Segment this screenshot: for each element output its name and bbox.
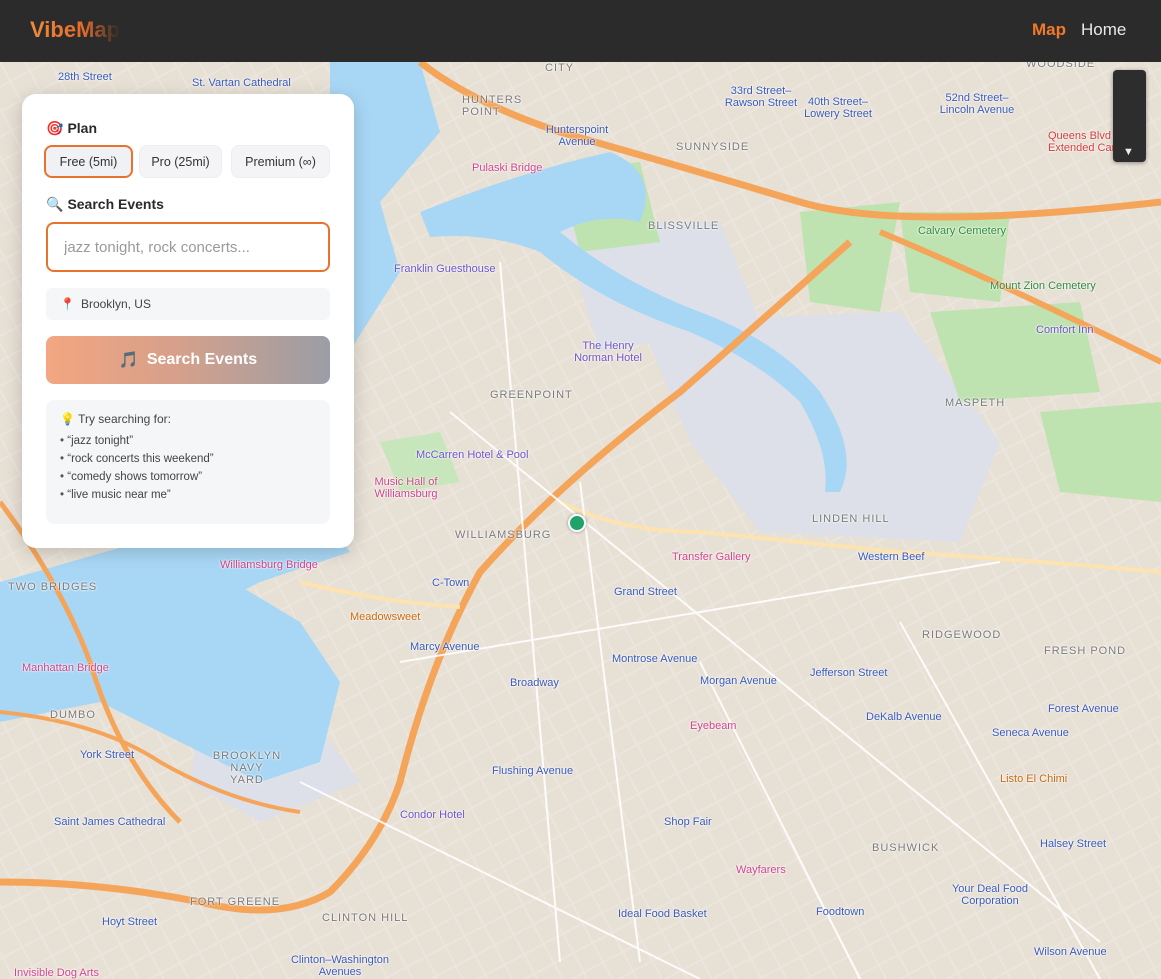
map-label-rawson-street: 33rd Street–Rawson Street: [724, 85, 798, 109]
location-pin-icon: 📍: [60, 297, 75, 311]
map-label-halsey-street: Halsey Street: [1040, 838, 1107, 850]
map-label-broadway: Broadway: [510, 677, 559, 689]
event-search-input[interactable]: [46, 222, 330, 272]
map-label-comfort-inn: Comfort Inn: [1036, 324, 1094, 336]
map-label-forest-avenue: Forest Avenue: [1048, 703, 1119, 715]
map-label-clinton-washington: Clinton–Washington Avenues: [290, 954, 390, 978]
map-label-dumbo: DUMBO: [50, 709, 96, 721]
map-label-fort-greene: FORT GREENE: [190, 896, 281, 908]
search-panel: 🎯 Plan Free (5mi) Pro (25mi) Premium (∞) …: [22, 94, 354, 548]
map-label-your-deal-food: Your Deal Food Corporation: [951, 883, 1029, 907]
map-label-transfer-gallery: Transfer Gallery: [672, 551, 751, 563]
map-label-york-street: York Street: [80, 749, 135, 761]
map-label-wilson-avenue: Wilson Avenue: [1034, 946, 1107, 958]
target-icon: 🎯: [46, 120, 64, 136]
map-label-condor-hotel: Condor Hotel: [400, 809, 465, 821]
map-label-lincoln-avenue: 52nd Street–Lincoln Avenue: [939, 92, 1015, 116]
map-label-flushing-avenue: Flushing Avenue: [492, 765, 574, 777]
top-navigation-bar: VibeMap Map Home: [0, 0, 1161, 62]
map-label-grand-street: Grand Street: [614, 586, 677, 598]
plan-premium-button[interactable]: Premium (∞): [231, 145, 330, 178]
map-label-seneca-avenue: Seneca Avenue: [992, 727, 1069, 739]
music-note-icon: 🎵: [118, 352, 139, 369]
map-label-maspeth: MASPETH: [945, 397, 1006, 409]
plan-free-button[interactable]: Free (5mi): [44, 145, 133, 178]
map-label-listo-el-chimi: Listo El Chimi: [1000, 773, 1068, 785]
map-label-saint-james: Saint James Cathedral: [54, 816, 166, 828]
current-location-marker[interactable]: [568, 514, 586, 532]
suggestion-list: “jazz tonight” “rock concerts this weeke…: [60, 435, 316, 501]
map-label-hunters-point: HUNTERS POINT: [462, 94, 523, 118]
lightbulb-icon: 💡: [60, 412, 75, 426]
map-label-eyebeam: Eyebeam: [690, 720, 737, 732]
search-suggestions: 💡 Try searching for: “jazz tonight” “roc…: [46, 400, 330, 524]
suggestion-item[interactable]: “jazz tonight”: [60, 435, 316, 447]
map-label-williamsburg-bridge: Williamsburg Bridge: [220, 559, 318, 571]
map-control-widget[interactable]: ▼: [1113, 70, 1146, 162]
magnifier-icon: 🔍: [46, 196, 64, 212]
map-label-invisible-dog: Invisible Dog Arts: [14, 967, 99, 979]
map-label-franklin-guesthouse: Franklin Guesthouse: [394, 263, 496, 275]
map-label-linden-hill: LINDEN HILL: [812, 513, 890, 525]
map-label-williamsburg: WILLIAMSBURG: [455, 529, 552, 541]
map-label-clinton-hill: CLINTON HILL: [322, 912, 409, 924]
nav-link-map[interactable]: Map: [1032, 20, 1066, 40]
app-logo[interactable]: VibeMap: [30, 17, 120, 43]
plan-section-title: 🎯 Plan: [46, 120, 97, 137]
map-label-greenpoint: GREENPOINT: [490, 389, 573, 401]
map-label-st-vartan: St. Vartan Cathedral: [192, 77, 291, 89]
suggestion-item[interactable]: “live music near me”: [60, 489, 316, 501]
search-section-title: 🔍 Search Events: [46, 196, 164, 213]
map-label-marcy-avenue: Marcy Avenue: [410, 641, 480, 653]
suggestion-item[interactable]: “comedy shows tomorrow”: [60, 471, 316, 483]
map-label-hunterspoint-avenue: Hunterspoint Avenue: [545, 124, 609, 148]
map-label-city: CITY: [545, 62, 575, 74]
map-label-navy-yard: BROOKLYN NAVY YARD: [212, 750, 282, 786]
suggestions-title: 💡 Try searching for:: [60, 412, 316, 426]
map-label-shop-fair: Shop Fair: [664, 816, 712, 828]
map-label-western-beef: Western Beef: [858, 551, 925, 563]
suggestions-title-text: Try searching for:: [78, 412, 171, 426]
map-label-mount-zion-cemetery: Mount Zion Cemetery: [990, 280, 1096, 292]
search-events-button[interactable]: 🎵 Search Events: [46, 336, 330, 384]
map-label-manhattan-bridge: Manhattan Bridge: [22, 662, 109, 674]
map-label-c-town: C-Town: [432, 577, 470, 589]
map-label-meadowsweet: Meadowsweet: [350, 611, 421, 623]
map-label-pulaski-bridge: Pulaski Bridge: [472, 162, 543, 174]
map-label-hoyt-street: Hoyt Street: [102, 916, 158, 928]
map-label-sunnyside: SUNNYSIDE: [676, 141, 750, 153]
map-label-foodtown: Foodtown: [816, 906, 865, 918]
plan-title-text: Plan: [67, 120, 98, 136]
map-label-morgan-avenue: Morgan Avenue: [700, 675, 777, 687]
nav-link-home[interactable]: Home: [1081, 20, 1126, 40]
search-button-label: Search Events: [146, 351, 258, 368]
map-label-dekalb-avenue: DeKalb Avenue: [866, 711, 942, 723]
map-label-bushwick: BUSHWICK: [872, 842, 940, 854]
map-label-calvary-cemetery: Calvary Cemetery: [918, 225, 1007, 237]
plan-pro-button[interactable]: Pro (25mi): [139, 145, 222, 178]
map-label-wayfarers: Wayfarers: [736, 864, 786, 876]
search-title-text: Search Events: [67, 196, 164, 212]
location-field[interactable]: 📍 Brooklyn, US: [46, 288, 330, 320]
map-label-music-hall: Music Hall of Williamsburg: [374, 476, 438, 500]
map-label-lowery-street: 40th Street–Lowery Street: [804, 96, 872, 120]
map-label-ridgewood: RIDGEWOOD: [922, 629, 1002, 641]
map-label-jefferson-street: Jefferson Street: [810, 667, 888, 679]
map-label-mccarren-hotel: McCarren Hotel & Pool: [416, 449, 529, 461]
map-label-montrose-avenue: Montrose Avenue: [612, 653, 698, 665]
map-label-henry-hotel: The Henry Norman Hotel: [574, 340, 642, 364]
map-label-two-bridges: TWO BRIDGES: [8, 581, 98, 593]
map-label-ideal-food-basket: Ideal Food Basket: [618, 908, 707, 920]
map-label-blissville: BLISSVILLE: [648, 220, 720, 232]
map-label-28th-street: 28th Street: [58, 71, 112, 83]
location-text: Brooklyn, US: [80, 297, 151, 311]
map-label-woodside: WOODSIDE: [1026, 62, 1096, 70]
map-label-fresh-pond: FRESH POND: [1044, 645, 1127, 657]
map-control-arrow-icon[interactable]: ▼: [1123, 146, 1134, 158]
suggestion-item[interactable]: “rock concerts this weekend”: [60, 453, 316, 465]
